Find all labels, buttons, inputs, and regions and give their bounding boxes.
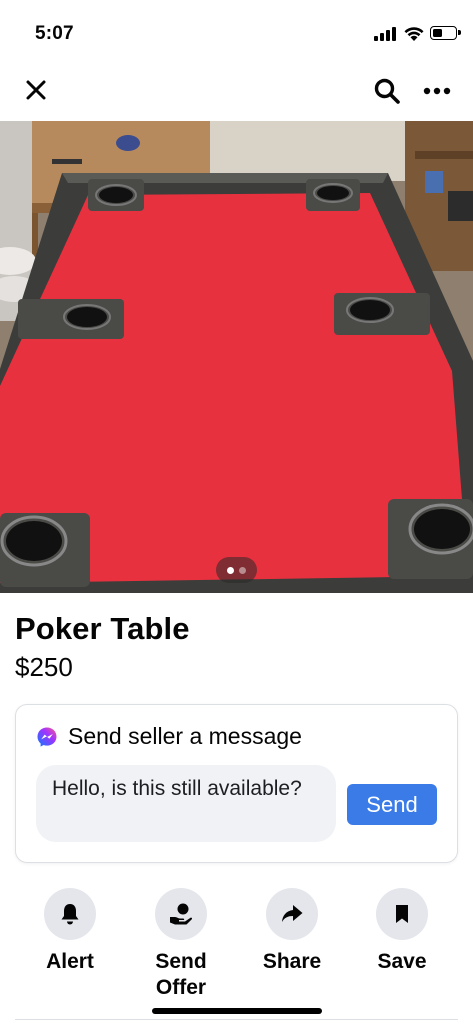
- photo-pager[interactable]: [216, 557, 257, 583]
- bell-icon: [61, 904, 79, 925]
- alert-button[interactable]: Alert: [25, 888, 115, 975]
- save-button[interactable]: Save: [357, 888, 447, 975]
- listing-title: Poker Table: [15, 611, 190, 646]
- share-label: Share: [262, 950, 322, 973]
- battery-icon: [430, 26, 461, 40]
- save-label: Save: [377, 950, 427, 973]
- poker-table-image: [0, 121, 473, 593]
- listing-photo[interactable]: [0, 121, 473, 593]
- search-icon: [374, 78, 400, 104]
- send-button[interactable]: Send: [347, 784, 437, 825]
- alert-label: Alert: [46, 950, 94, 973]
- message-input[interactable]: Hello, is this still available?: [36, 765, 336, 842]
- wifi-icon: [404, 27, 424, 41]
- alert-circle[interactable]: [44, 888, 96, 940]
- listing-price: $250: [15, 652, 73, 682]
- search-button[interactable]: [370, 74, 404, 108]
- cellular-signal-icon: [374, 27, 396, 41]
- message-card-title: Send seller a message: [68, 723, 302, 749]
- share-button[interactable]: Share: [247, 888, 337, 975]
- nav-bar: [0, 60, 473, 120]
- status-time: 5:07: [35, 23, 74, 44]
- pager-dot-active: [227, 566, 234, 574]
- close-button[interactable]: [20, 74, 52, 106]
- send-offer-circle[interactable]: [155, 888, 207, 940]
- home-indicator: [152, 1008, 322, 1014]
- save-circle[interactable]: [376, 888, 428, 940]
- share-circle[interactable]: [266, 888, 318, 940]
- bookmark-icon: [396, 905, 408, 923]
- more-icon: [423, 87, 451, 95]
- status-bar: 5:07: [0, 0, 473, 60]
- divider: [15, 1019, 458, 1020]
- action-bar: Alert Send Offer Share Save: [0, 888, 473, 1008]
- message-card-header: Send seller a message: [36, 723, 302, 750]
- share-arrow-icon: [282, 905, 303, 922]
- send-offer-button[interactable]: Send Offer: [136, 888, 226, 1001]
- send-offer-label: Send Offer: [155, 950, 207, 999]
- offer-hand-icon: [170, 903, 193, 925]
- send-message-card: Send seller a message Hello, is this sti…: [15, 704, 458, 863]
- pager-dot: [239, 566, 246, 574]
- more-options-button[interactable]: [420, 74, 454, 108]
- messenger-icon: [37, 727, 57, 747]
- close-icon: [26, 80, 46, 100]
- cup-holder: [88, 179, 144, 211]
